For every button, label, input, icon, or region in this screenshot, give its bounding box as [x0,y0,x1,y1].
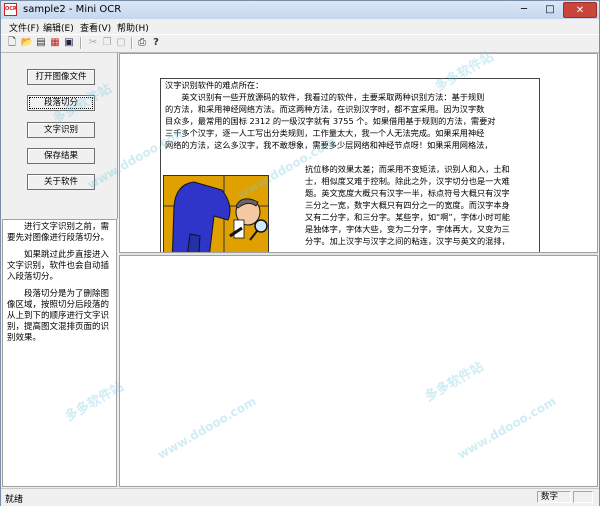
format-icon[interactable]: ▦ [48,36,62,50]
document-line: 目众多，最常用的国标 2312 的一级汉字就有 3755 个。如果借用基于规则的… [165,116,496,126]
recognition-result-pane[interactable] [119,255,598,487]
image-preview-pane[interactable]: 汉字识别软件的难点所在： 英文识别有一些开放源码的软件，我看过的软件，主要采取两… [119,53,598,253]
app-window: OCR sample2 - Mini OCR ─ □ ✕ 文件(F) 编辑(E)… [0,0,600,506]
control-panel: 打开图像文件 段落切分 文字识别 保存结果 关于软件 [2,53,118,219]
document-line: 抗位移的效果太差；而采用不变矩法，识别人和入，土和 [305,164,510,174]
toolbar-separator [80,37,82,49]
save-icon[interactable]: ▣ [62,36,76,50]
help-paragraph: 进行文字识别之前，需要先对图像进行段落切分。 [7,222,110,243]
menu-view[interactable]: 查看(V) [80,21,111,34]
document-line: 是独体字，字体大些，变为二分字，字体再大，又变为三 [305,224,510,234]
cut-icon[interactable]: ✂ [86,36,100,50]
app-logo-icon: OCR [4,3,17,16]
new-icon[interactable]: 🗋 [5,36,19,50]
help-text-panel[interactable]: 进行文字识别之前，需要先对图像进行段落切分。 如果跳过此步直接进入文字识别，软件… [2,219,117,487]
scanned-document: 汉字识别软件的难点所在： 英文识别有一些开放源码的软件，我看过的软件，主要采取两… [160,78,540,252]
document-line: 分字。加上汉字与汉字之间的粘连，汉字与英文的混排， [305,236,510,246]
document-line: 三千多个汉字，逐一人工写出分类规则，工作量太大，我一个人无法完成。如果采用神经 [165,128,485,138]
menu-edit[interactable]: 编辑(E) [43,21,74,34]
document-line: 三分之一宽，数字大概只有四分之一的宽度。而汉字本身 [305,200,510,210]
toolbar: 🗋 📂 ▤ ▦ ▣ ✂ ❐ ▢ ⎙ ? [1,34,599,53]
status-bar: 就绪 数字 [1,488,599,506]
menu-bar: 文件(F) 编辑(E) 查看(V) 帮助(H) [1,19,599,34]
save-result-button[interactable]: 保存结果 [27,148,95,164]
document-illustration [163,175,269,252]
recognize-button[interactable]: 文字识别 [27,122,95,138]
paste-icon[interactable]: ▢ [114,36,128,50]
document-line: 士，相似度又难于控制。除此之外，汉字切分也是一大难 [305,176,510,186]
open-image-button[interactable]: 打开图像文件 [27,69,95,85]
minimize-button[interactable]: ─ [511,2,537,18]
window-title: sample2 - Mini OCR [23,4,122,15]
menu-file[interactable]: 文件(F) [9,21,39,34]
document-line: 题。英文宽度大概只有汉字一半，标点符号大概只有汉字 [305,188,510,198]
document-line: 英文识别有一些开放源码的软件，我看过的软件，主要采取两种识别方法：基于规则 [165,92,485,102]
help-paragraph: 如果跳过此步直接进入文字识别，软件也会自动插入段落切分。 [7,250,110,282]
about-button[interactable]: 关于软件 [27,174,95,190]
document-line: 又有二分字，和三分字。某些字，如“啊”，字体小时可能 [305,212,510,222]
title-bar[interactable]: OCR sample2 - Mini OCR ─ □ ✕ [1,1,599,19]
document-line: 网络的方法，这么多汉字，我不敢想象，需要多少层网络和神经节点呀！如果采用网格法， [165,140,493,150]
numlock-indicator: 数字 [537,491,571,503]
help-paragraph: 段落切分是为了删除图像区域，按照切分后段落的从上到下的顺序进行文字识别，提高图文… [7,289,110,343]
close-button[interactable]: ✕ [563,2,597,18]
maximize-button[interactable]: □ [537,2,563,18]
barcode-icon[interactable]: ▤ [34,36,48,50]
toolbar-separator [131,37,133,49]
copy-icon[interactable]: ❐ [100,36,114,50]
status-text: 就绪 [5,495,24,505]
document-line: 的方法，和采用神经网络方法。而这两种方法，在识别汉字时，都不宜采用。因为汉字数 [165,104,485,114]
segment-button[interactable]: 段落切分 [27,95,95,111]
document-title: 汉字识别软件的难点所在： [165,80,264,90]
menu-help[interactable]: 帮助(H) [117,21,149,34]
status-cell-empty [573,491,593,503]
help-icon[interactable]: ? [149,36,163,50]
print-icon[interactable]: ⎙ [135,36,149,50]
open-icon[interactable]: 📂 [20,36,34,50]
